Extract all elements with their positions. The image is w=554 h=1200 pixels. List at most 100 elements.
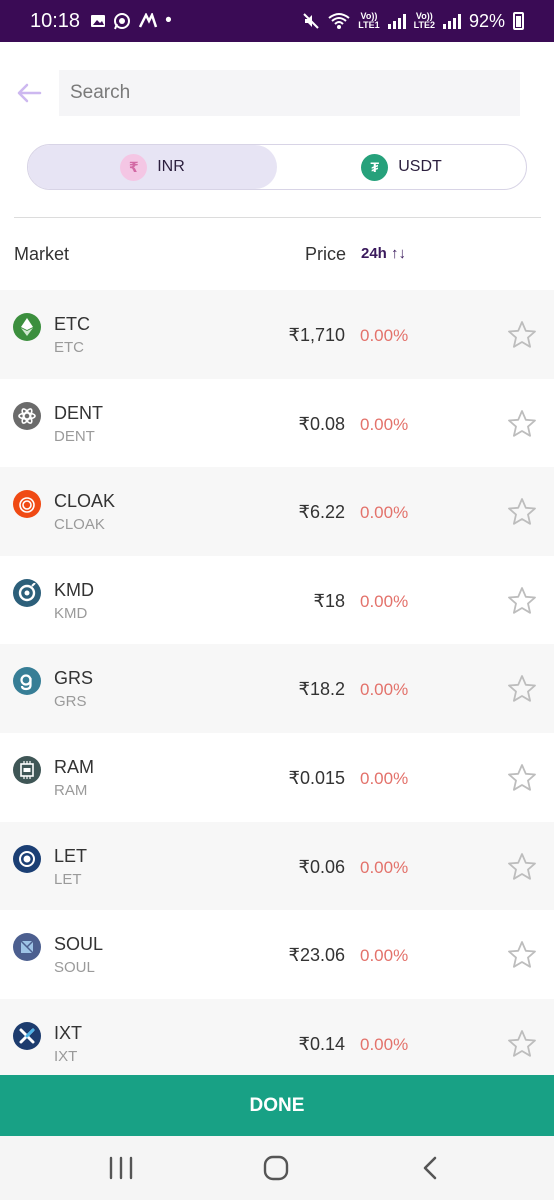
etc-icon bbox=[13, 313, 41, 341]
currency-toggle: ₹ INR ₮ USDT bbox=[27, 144, 527, 190]
sim2-indicator: Vo)) LTE2 bbox=[413, 11, 435, 30]
coin-symbol: RAM bbox=[54, 756, 94, 777]
coin-symbol: LET bbox=[54, 845, 88, 866]
sim1-indicator: Vo)) LTE1 bbox=[358, 11, 380, 30]
coin-change: 0.00% bbox=[360, 591, 409, 611]
favorite-star-icon[interactable] bbox=[506, 496, 538, 528]
coin-price: ₹0.14 bbox=[298, 1033, 346, 1054]
signal-icon bbox=[387, 13, 406, 29]
market-row-let[interactable]: LET LET ₹0.06 0.00% bbox=[0, 821, 554, 911]
search-bar bbox=[0, 70, 554, 116]
more-notifications-dot-icon: • bbox=[165, 10, 172, 31]
coin-name: CLOAK bbox=[54, 516, 105, 534]
divider bbox=[14, 217, 541, 218]
coin-price: ₹0.08 bbox=[298, 413, 346, 434]
system-icons: Vo)) LTE1 Vo)) LTE2 92% bbox=[302, 11, 524, 32]
coin-symbol: IXT bbox=[54, 1022, 83, 1043]
market-row-etc[interactable]: ETC ETC ₹1,710 0.00% bbox=[0, 290, 554, 379]
coin-name: GRS bbox=[54, 693, 87, 711]
dent-icon bbox=[13, 401, 41, 430]
notification-icons: • bbox=[90, 10, 172, 32]
tab-inr[interactable]: ₹ INR bbox=[28, 145, 277, 189]
coin-symbol: GRS bbox=[54, 668, 94, 689]
market-row-kmd[interactable]: KMD KMD ₹18 0.00% bbox=[0, 556, 554, 645]
sort-arrows-icon: ↑↓ bbox=[391, 245, 407, 262]
favorite-star-icon[interactable] bbox=[506, 762, 538, 794]
done-button[interactable]: DONE bbox=[0, 1075, 554, 1136]
tether-icon: ₮ bbox=[361, 153, 389, 181]
coin-price: ₹18 bbox=[313, 590, 345, 611]
favorite-star-icon[interactable] bbox=[506, 851, 538, 883]
coin-change: 0.00% bbox=[360, 503, 409, 523]
favorite-star-icon[interactable] bbox=[506, 939, 538, 971]
coin-name: DENT bbox=[54, 427, 95, 445]
coin-price: ₹6.22 bbox=[298, 502, 346, 523]
coin-price: ₹18.2 bbox=[298, 679, 346, 700]
coin-name: KMD bbox=[54, 604, 88, 622]
coin-change: 0.00% bbox=[360, 768, 409, 788]
battery-icon bbox=[513, 12, 524, 30]
coin-change: 0.00% bbox=[360, 414, 409, 434]
coin-price: ₹0.015 bbox=[288, 767, 346, 788]
market-row-grs[interactable]: GRS GRS ₹18.2 0.00% bbox=[0, 644, 554, 733]
signal-icon bbox=[442, 13, 461, 29]
coin-change: 0.00% bbox=[360, 1034, 409, 1054]
coin-price: ₹1,710 bbox=[288, 325, 346, 345]
market-row-dent[interactable]: DENT DENT ₹0.08 0.00% bbox=[0, 379, 554, 468]
gallery-icon bbox=[91, 15, 106, 27]
coin-name: LET bbox=[54, 870, 82, 888]
coin-name: IXT bbox=[54, 1047, 78, 1065]
market-row-soul[interactable]: SOUL SOUL ₹23.06 0.00% bbox=[0, 910, 554, 999]
coin-change: 0.00% bbox=[360, 326, 409, 345]
coin-price: ₹0.06 bbox=[298, 856, 346, 877]
tab-usdt[interactable]: ₮ USDT bbox=[277, 145, 526, 189]
recent-apps-icon[interactable] bbox=[106, 1154, 136, 1182]
market-list: ETC ETC ₹1,710 0.00% DENT DENT ₹0.08 0.0… bbox=[0, 290, 554, 1088]
column-header-24h-label: 24h bbox=[361, 245, 387, 262]
status-bar: 10:18 • Vo)) LTE1 Vo)) LTE2 92% bbox=[0, 0, 554, 42]
column-header-24h-sort[interactable]: 24h ↑↓ bbox=[361, 245, 406, 262]
column-header-market[interactable]: Market bbox=[14, 244, 69, 265]
let-icon bbox=[13, 844, 41, 873]
favorite-star-icon[interactable] bbox=[506, 319, 538, 351]
coin-symbol: DENT bbox=[54, 402, 103, 423]
app-notification-icon bbox=[138, 13, 158, 28]
column-header-price[interactable]: Price bbox=[305, 244, 346, 265]
coin-change: 0.00% bbox=[360, 946, 409, 966]
market-row-ram[interactable]: RAM RAM ₹0.015 0.00% bbox=[0, 733, 554, 822]
cloak-icon bbox=[13, 490, 41, 519]
coin-price: ₹23.06 bbox=[288, 945, 346, 966]
table-header: Market Price 24h ↑↓ bbox=[0, 230, 554, 276]
search-input[interactable] bbox=[59, 70, 520, 116]
status-time: 10:18 bbox=[30, 9, 81, 32]
grs-icon bbox=[13, 667, 41, 696]
coin-symbol: SOUL bbox=[54, 934, 104, 955]
soul-icon bbox=[13, 933, 41, 962]
back-nav-icon[interactable] bbox=[416, 1154, 446, 1182]
kmd-icon bbox=[13, 578, 41, 607]
back-arrow-icon[interactable] bbox=[14, 78, 44, 108]
coin-change: 0.00% bbox=[360, 857, 409, 877]
coin-name: SOUL bbox=[54, 959, 95, 977]
rupee-icon: ₹ bbox=[120, 153, 148, 181]
mute-icon bbox=[303, 13, 319, 29]
favorite-star-icon[interactable] bbox=[506, 408, 538, 440]
coin-name: RAM bbox=[54, 781, 88, 799]
ixt-icon bbox=[13, 1021, 41, 1050]
market-row-cloak[interactable]: CLOAK CLOAK ₹6.22 0.00% bbox=[0, 467, 554, 556]
tab-usdt-label: USDT bbox=[398, 158, 442, 175]
wifi-icon bbox=[328, 13, 350, 29]
home-icon[interactable] bbox=[261, 1154, 291, 1182]
favorite-star-icon[interactable] bbox=[506, 585, 538, 617]
whatsapp-icon bbox=[114, 13, 131, 30]
battery-level: 92% bbox=[468, 10, 505, 31]
ram-icon bbox=[13, 755, 41, 784]
favorite-star-icon[interactable] bbox=[506, 673, 538, 705]
coin-symbol: ETC bbox=[54, 314, 90, 334]
coin-name: ETC bbox=[54, 339, 84, 356]
system-navigation-bar bbox=[0, 1136, 554, 1200]
favorite-star-icon[interactable] bbox=[506, 1028, 538, 1060]
coin-symbol: CLOAK bbox=[54, 491, 116, 512]
coin-symbol: KMD bbox=[54, 579, 94, 600]
coin-change: 0.00% bbox=[360, 680, 409, 700]
